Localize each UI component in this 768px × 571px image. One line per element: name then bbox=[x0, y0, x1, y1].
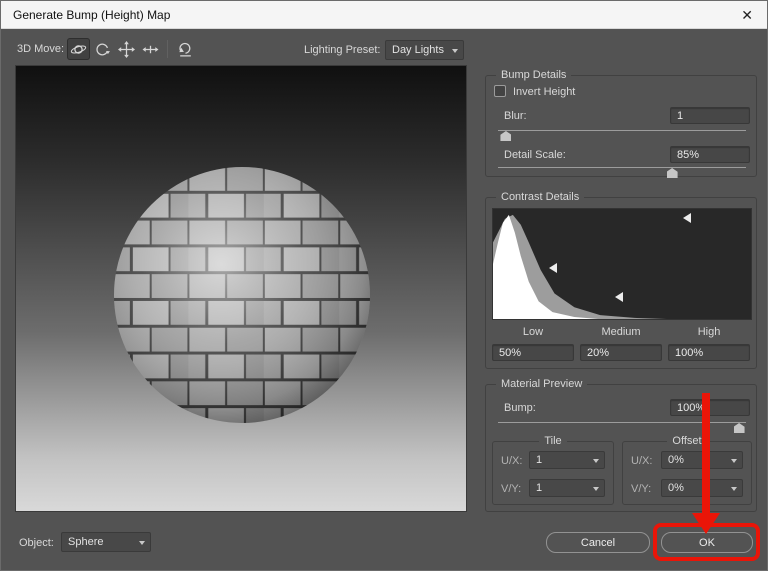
lighting-preset-label: Lighting Preset: bbox=[304, 44, 380, 56]
dialog-title: Generate Bump (Height) Map bbox=[13, 8, 170, 22]
chevron-down-icon bbox=[139, 541, 145, 545]
tile-title: Tile bbox=[539, 435, 566, 447]
3d-move-label: 3D Move: bbox=[17, 43, 64, 55]
object-dropdown[interactable]: Sphere bbox=[61, 532, 151, 552]
3d-preview-viewport[interactable] bbox=[15, 65, 467, 512]
histogram-marker-medium[interactable] bbox=[615, 292, 623, 302]
reset-camera-tool-button[interactable] bbox=[174, 38, 197, 60]
blur-slider[interactable] bbox=[498, 128, 746, 141]
bump-details-title: Bump Details bbox=[496, 69, 571, 81]
chevron-down-icon bbox=[731, 459, 737, 463]
offset-vy-value: 0% bbox=[668, 482, 684, 494]
histogram-marker-low[interactable] bbox=[549, 263, 557, 273]
tile-vy-label: V/Y: bbox=[501, 483, 521, 495]
tile-group: Tile U/X: 1 V/Y: 1 bbox=[492, 441, 614, 505]
bump-label: Bump: bbox=[504, 402, 536, 414]
tile-ux-dropdown[interactable]: 1 bbox=[529, 451, 605, 469]
tile-vy-dropdown[interactable]: 1 bbox=[529, 479, 605, 497]
detail-scale-label: Detail Scale: bbox=[504, 149, 566, 161]
tile-ux-label: U/X: bbox=[501, 455, 522, 467]
chevron-down-icon bbox=[452, 49, 458, 53]
title-bar: Generate Bump (Height) Map ✕ bbox=[1, 1, 767, 29]
chevron-down-icon bbox=[593, 487, 599, 491]
detail-scale-slider-thumb[interactable] bbox=[667, 168, 678, 178]
offset-group: Offset U/X: 0% V/Y: 0% bbox=[622, 441, 752, 505]
roll-3d-camera-icon bbox=[94, 41, 111, 58]
material-preview-title: Material Preview bbox=[496, 378, 587, 390]
annotation-arrow-head bbox=[692, 513, 720, 534]
bump-field[interactable]: 100% bbox=[670, 399, 750, 416]
detail-scale-slider[interactable] bbox=[498, 165, 746, 178]
lighting-preset-dropdown[interactable]: Day Lights bbox=[385, 40, 464, 60]
high-contrast-field[interactable]: 100% bbox=[668, 344, 750, 361]
medium-band-label: Medium bbox=[580, 326, 662, 338]
histogram-marker-high[interactable] bbox=[683, 213, 691, 223]
material-preview-group: Material Preview Bump: 100% Tile U/X: 1 … bbox=[485, 384, 757, 512]
slide-3d-camera-icon bbox=[142, 41, 159, 58]
chevron-down-icon bbox=[593, 459, 599, 463]
contrast-histogram bbox=[492, 208, 752, 320]
tile-vy-value: 1 bbox=[536, 482, 542, 494]
orbit-3d-camera-icon bbox=[70, 41, 87, 58]
reset-camera-icon bbox=[177, 41, 194, 58]
cancel-button[interactable]: Cancel bbox=[546, 532, 650, 553]
slider-track bbox=[498, 167, 746, 168]
histogram-plot bbox=[493, 209, 751, 319]
toolbar-separator bbox=[167, 40, 168, 58]
close-button[interactable]: ✕ bbox=[741, 6, 753, 24]
bump-details-group: Bump Details Invert Height Blur: 1 Detai… bbox=[485, 75, 757, 177]
bump-slider[interactable] bbox=[498, 420, 746, 433]
object-label: Object: bbox=[19, 537, 54, 549]
contrast-details-group: Contrast Details Low Medium High 50% 20%… bbox=[485, 197, 757, 369]
invert-height-checkbox[interactable] bbox=[494, 85, 506, 97]
blur-label: Blur: bbox=[504, 110, 527, 122]
offset-vy-dropdown[interactable]: 0% bbox=[661, 479, 743, 497]
chevron-down-icon bbox=[731, 487, 737, 491]
slider-track bbox=[498, 422, 746, 423]
offset-vy-label: V/Y: bbox=[631, 483, 651, 495]
pan-3d-camera-tool-button[interactable] bbox=[115, 38, 138, 60]
medium-contrast-field[interactable]: 20% bbox=[580, 344, 662, 361]
low-contrast-field[interactable]: 50% bbox=[492, 344, 574, 361]
blur-slider-thumb[interactable] bbox=[500, 131, 511, 141]
detail-scale-field[interactable]: 85% bbox=[670, 146, 750, 163]
offset-ux-dropdown[interactable]: 0% bbox=[661, 451, 743, 469]
object-value: Sphere bbox=[68, 536, 103, 548]
generate-bump-map-dialog: Generate Bump (Height) Map ✕ 3D Move: bbox=[0, 0, 768, 571]
lighting-preset-value: Day Lights bbox=[392, 44, 444, 56]
high-band-label: High bbox=[668, 326, 750, 338]
orbit-3d-camera-tool-button[interactable] bbox=[67, 38, 90, 60]
low-band-label: Low bbox=[492, 326, 574, 338]
roll-3d-camera-tool-button[interactable] bbox=[91, 38, 114, 60]
tile-ux-value: 1 bbox=[536, 454, 542, 466]
brick-sphere-preview bbox=[113, 166, 371, 424]
offset-title: Offset bbox=[667, 435, 706, 447]
pan-3d-camera-icon bbox=[118, 41, 135, 58]
slider-track bbox=[498, 130, 746, 131]
bump-slider-thumb[interactable] bbox=[734, 423, 745, 433]
offset-ux-label: U/X: bbox=[631, 455, 652, 467]
blur-field[interactable]: 1 bbox=[670, 107, 750, 124]
ok-button[interactable]: OK bbox=[661, 532, 753, 553]
offset-ux-value: 0% bbox=[668, 454, 684, 466]
invert-height-label: Invert Height bbox=[513, 86, 575, 98]
contrast-details-title: Contrast Details bbox=[496, 191, 584, 203]
slide-3d-camera-tool-button[interactable] bbox=[139, 38, 162, 60]
